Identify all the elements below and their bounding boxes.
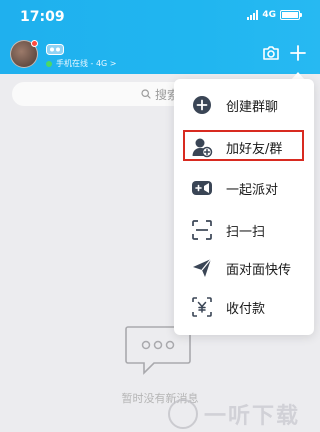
online-status-text: 手机在线 - 4G > [56, 59, 117, 68]
avatar[interactable] [10, 40, 38, 68]
camera-icon[interactable] [262, 45, 280, 61]
watermark: 一听下载 [168, 396, 320, 432]
status-time: 17:09 [20, 9, 65, 25]
network-type: 4G [262, 10, 276, 20]
menu-item-label: 面对面快传 [226, 262, 292, 278]
status-indicators: 4G [247, 10, 302, 20]
online-status[interactable]: 手机在线 - 4G > [46, 58, 117, 69]
menu-item-label: 创建群聊 [226, 99, 279, 115]
plus-menu: 创建群聊 加好友/群 一起派对 扫一扫 面对面快传 收付款 [174, 79, 314, 335]
menu-item-face-to-face[interactable]: 面对面快传 [174, 248, 314, 288]
online-dot-icon [46, 60, 52, 67]
menu-item-label: 收付款 [226, 301, 266, 317]
send-icon [193, 258, 212, 277]
scan-icon [192, 220, 212, 240]
search-icon [141, 89, 151, 99]
battery-icon [280, 10, 302, 20]
menu-item-label: 扫一扫 [226, 224, 266, 240]
screen: 17:09 4G 手机在线 - 4G > 搜索 暂时没有新消息 一听下载 创建群… [0, 0, 320, 432]
app-header: 17:09 4G 手机在线 - 4G > [0, 0, 320, 74]
vip-badge-icon [46, 44, 64, 55]
notification-dot [31, 40, 38, 47]
menu-item-label: 一起派对 [226, 182, 279, 198]
highlight-box [183, 130, 304, 161]
payment-icon [192, 297, 212, 317]
signal-icon [247, 10, 259, 20]
party-icon [192, 181, 212, 195]
menu-item-create-group[interactable]: 创建群聊 [174, 85, 314, 125]
menu-item-scan[interactable]: 扫一扫 [174, 210, 314, 250]
chat-plus-icon [193, 96, 211, 114]
watermark-logo-icon [168, 399, 198, 429]
menu-item-payment[interactable]: 收付款 [174, 287, 314, 327]
plus-icon[interactable] [290, 45, 306, 61]
menu-item-party[interactable]: 一起派对 [174, 168, 314, 208]
watermark-text: 一听下载 [204, 404, 301, 429]
